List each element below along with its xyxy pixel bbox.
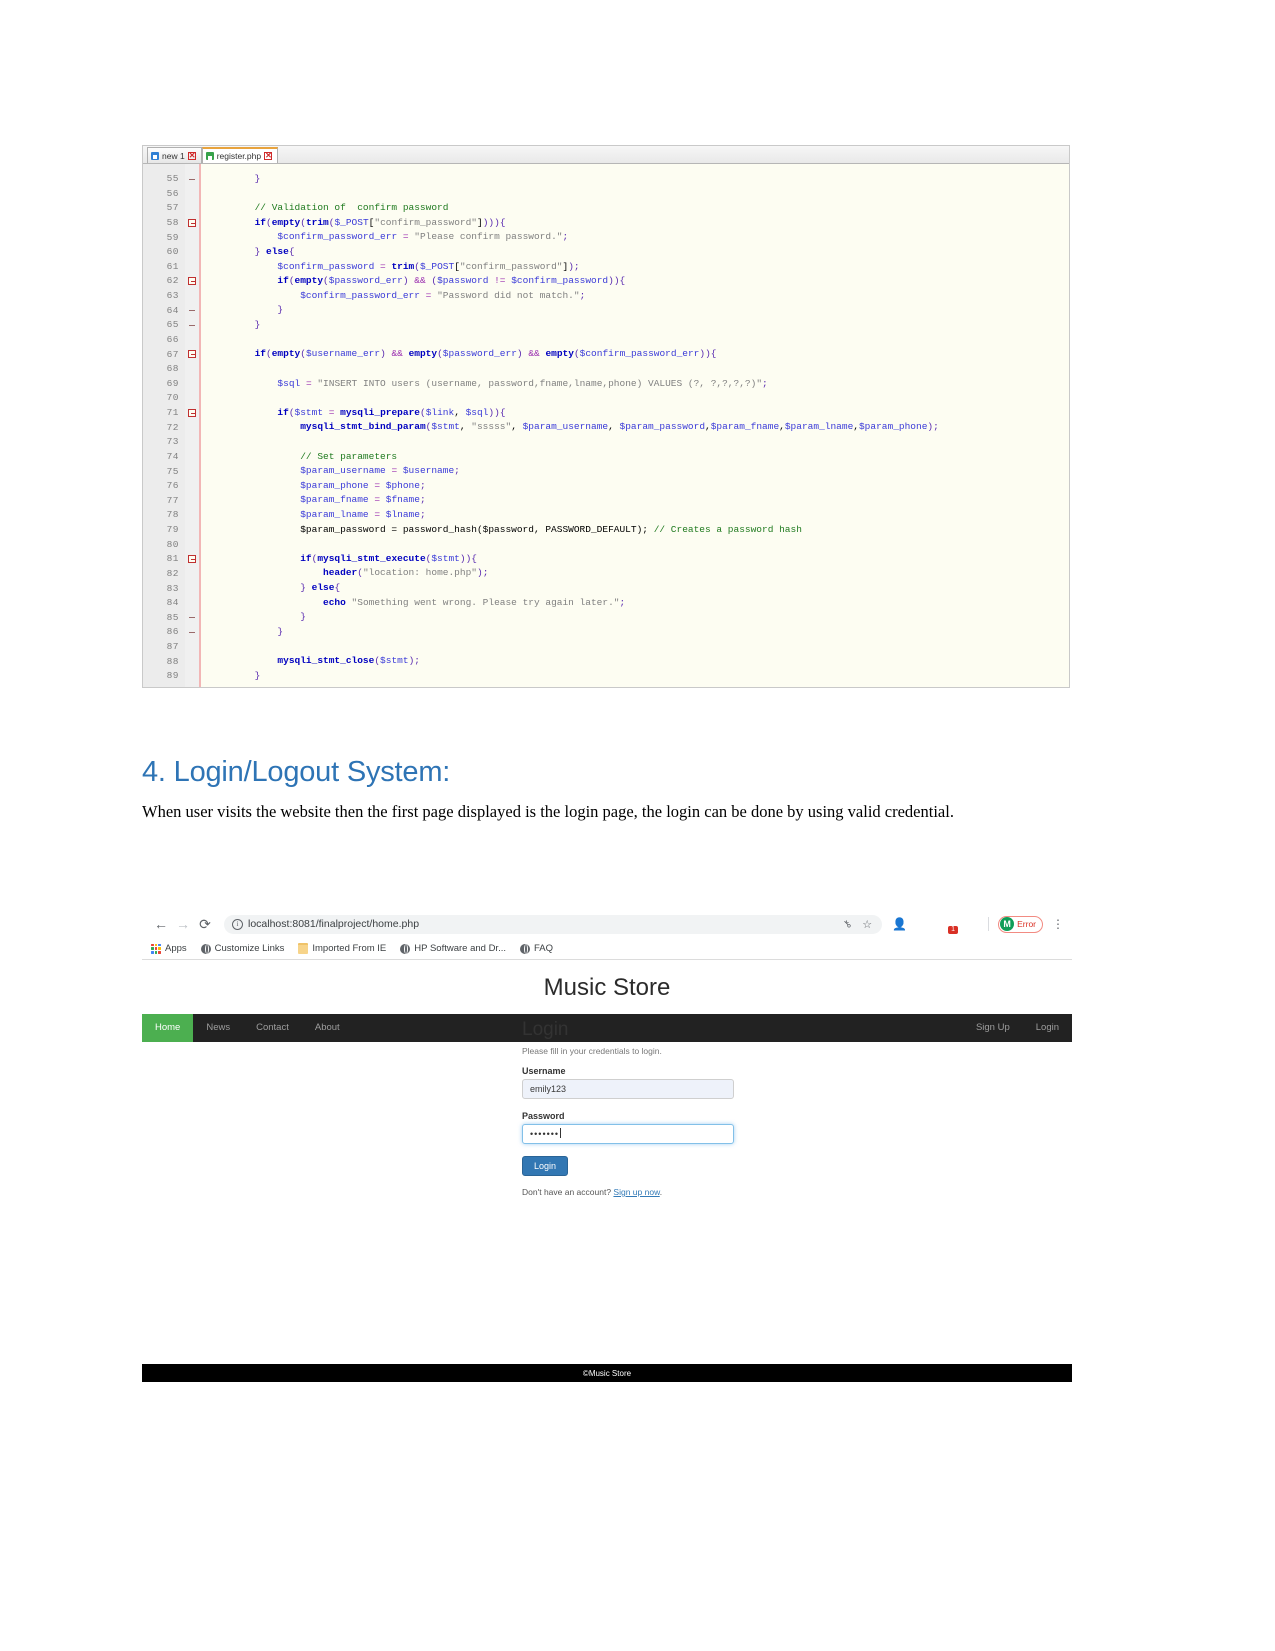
web-page: Music Store Home News Contact About Sign Up… [142,960,1072,1382]
nav-item-sign-up[interactable]: Sign Up [963,1014,1023,1042]
password-masked-value: ••••••• [530,1129,560,1139]
opera-extension-icon[interactable] [916,917,931,932]
editor-tab-register-php[interactable]: register.php ✕ [201,147,279,163]
avatar: M [1000,917,1015,931]
page-title: Music Store [543,974,671,1001]
login-form-card: Login Please fill in your credentials to… [522,1019,734,1197]
chrome-menu-icon[interactable]: ⋮ [1052,918,1064,930]
extensions-row: 👤 1 M Error ⋮ [888,915,1064,934]
login-subtitle: Please fill in your credentials to login… [522,1046,662,1056]
bookmarks-bar: Apps Customize Links Imported From IE HP So… [142,938,1072,960]
bookmark-label: HP Software and Dr... [414,943,506,954]
nav-item-about[interactable]: About [302,1014,353,1042]
bookmark-item[interactable]: Imported From IE [298,943,386,954]
navbar-left-items: Home News Contact About [142,1014,353,1042]
bookmark-label: Customize Links [214,943,285,954]
username-input[interactable]: emily123 [522,1079,734,1099]
code-folding-gutter[interactable] [185,164,199,687]
signup-prompt-line: Don't have an account? Sign up now. [522,1187,734,1197]
browser-screenshot: ← → ⟳ i localhost:8081/finalproject/home… [142,910,1072,1382]
password-input[interactable]: ••••••• [522,1124,734,1144]
nav-item-login[interactable]: Login [1023,1014,1072,1042]
apps-grid-icon [151,943,161,954]
extension-badge-count: 1 [948,925,959,934]
password-label: Password [522,1111,565,1121]
nav-item-home[interactable]: Home [142,1014,194,1042]
login-heading: Login [522,1019,569,1040]
section-heading: 4. Login/Logout System: [142,756,451,788]
address-bar-url: localhost:8081/finalproject/home.php [248,918,420,930]
globe-icon [200,943,211,954]
signup-link[interactable]: Sign up now [613,1187,659,1197]
profile-error-label: Error [1017,919,1036,929]
signup-prompt-text: Don't have an account? [522,1187,612,1197]
code-editor-screenshot: new 1 ✕ register.php ✕ 55 56 57 58 59 60 61 62 6… [142,145,1070,688]
login-submit-button[interactable]: Login [522,1156,569,1176]
text-caret [560,1128,562,1138]
username-label: Username [522,1066,566,1076]
toolbar-divider [988,917,990,931]
save-disk-icon [151,151,159,160]
globe-icon [400,943,411,954]
editor-body: 55 56 57 58 59 60 61 62 63 64 65 66 67 68 69 70 71 72 73 74… [143,164,1069,687]
forward-icon[interactable]: → [172,913,194,935]
bookmark-item[interactable]: FAQ [519,943,553,954]
address-bar[interactable]: i localhost:8081/finalproject/home.php ⚷… [224,914,883,934]
section-paragraph: When user visits the website then the fi… [142,802,954,821]
shield-extension-icon[interactable]: 1 [940,917,959,934]
bookmark-item[interactable]: Apps [151,943,187,954]
password-key-icon[interactable]: ⚷ [841,918,854,931]
save-disk-icon [205,152,214,160]
line-number-gutter: 55 56 57 58 59 60 61 62 63 64 65 66 67 68 69 70 71 72 73 74… [143,164,185,687]
reload-icon[interactable]: ⟳ [194,913,216,935]
browser-toolbar: ← → ⟳ i localhost:8081/finalproject/home… [142,910,1072,938]
bookmark-label: Apps [165,943,187,954]
nav-item-news[interactable]: News [193,1014,243,1042]
contacts-extension-icon[interactable]: 👤 [892,917,907,932]
close-icon[interactable]: ✕ [264,152,273,160]
back-icon[interactable]: ← [150,913,172,935]
signup-period: . [659,1187,663,1197]
editor-tab-label: new 1 [162,150,185,161]
navbar-right-items: Sign Up Login [963,1014,1072,1042]
site-info-icon[interactable]: i [232,918,243,930]
nav-item-contact[interactable]: Contact [243,1014,302,1042]
bookmark-label: Imported From IE [312,943,387,954]
close-icon[interactable]: ✕ [187,151,196,160]
green-shield-extension-icon[interactable] [964,917,979,932]
bookmark-item[interactable]: Customize Links [200,943,285,954]
editor-tab-label: register.php [216,151,262,161]
code-text-area[interactable]: } // Validation of confirm password if(e… [207,164,1069,687]
editor-tab-bar: new 1 ✕ register.php ✕ [143,146,1069,164]
bookmark-item[interactable]: HP Software and Dr... [400,943,506,954]
folder-icon [298,943,309,954]
editor-tab-new-1[interactable]: new 1 ✕ [147,147,202,163]
site-footer: ©Music Store [142,1364,1072,1382]
bookmark-label: FAQ [533,943,553,954]
bookmark-star-icon[interactable]: ☆ [862,918,872,931]
globe-icon [519,943,530,954]
profile-chip[interactable]: M Error [998,915,1043,933]
